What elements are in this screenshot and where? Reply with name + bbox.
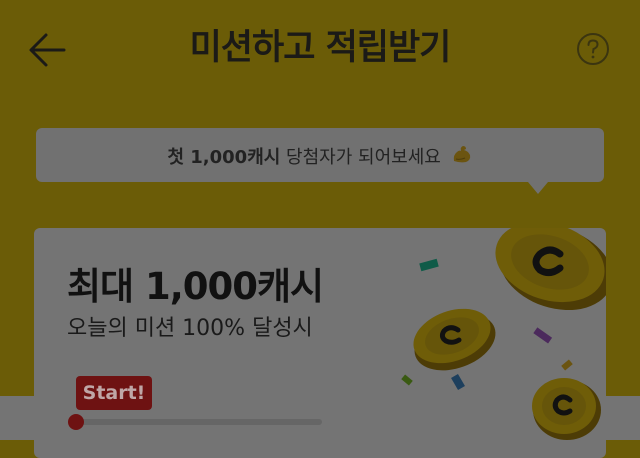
- mission-card[interactable]: 최대 1,000캐시 오늘의 미션 100% 달성시 Start!: [34, 228, 606, 458]
- promo-banner-tail: [528, 182, 548, 194]
- promo-banner-rest: 당첨자가 되어보세요: [280, 147, 441, 168]
- reward-headline: 최대 1,000캐시: [67, 265, 324, 308]
- page-title: 미션하고 적립받기: [189, 28, 452, 68]
- promo-banner-text: 첫 1,000캐시 당첨자가 되어보세요: [36, 143, 604, 171]
- reward-condition: 오늘의 미션 100% 달성시: [67, 316, 313, 341]
- coin-small: [532, 378, 601, 440]
- promo-banner: 첫 1,000캐시 당첨자가 되어보세요: [36, 128, 604, 182]
- promo-banner-highlight: 첫 1,000캐시: [167, 147, 281, 168]
- question-circle-icon[interactable]: [576, 32, 610, 66]
- progress-start-label: Start!: [76, 376, 152, 410]
- flexed-biceps-icon: [453, 146, 470, 163]
- coin-large: [495, 228, 606, 311]
- progress-track: [78, 419, 322, 425]
- coins-confetti-illustration: [401, 228, 606, 440]
- coin-medium: [413, 308, 496, 371]
- progress-marker: [68, 414, 84, 430]
- header: 미션하고 적립받기: [0, 0, 640, 100]
